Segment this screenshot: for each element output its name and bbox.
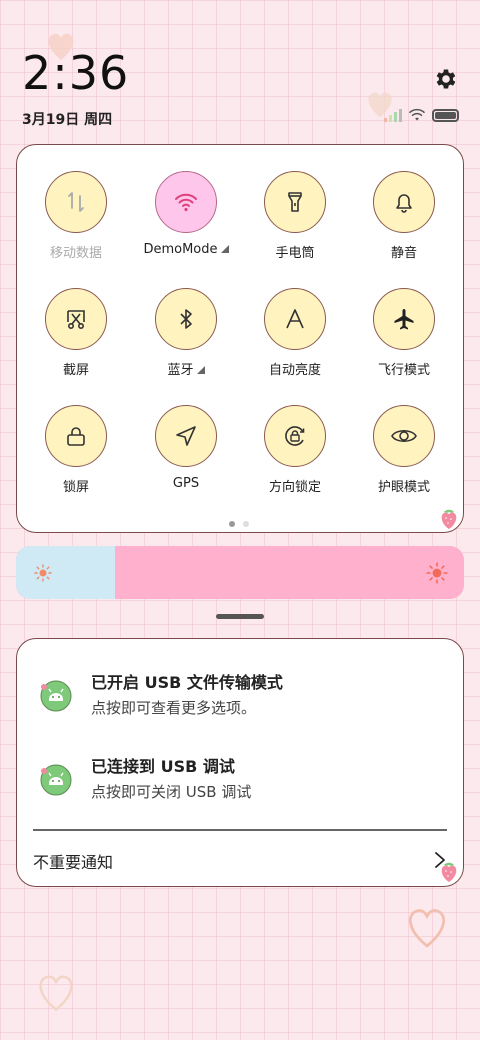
tile-wifi-button[interactable]	[155, 171, 217, 233]
notification-usb-debugging[interactable]: 已连接到 USB 调试 点按即可关闭 USB 调试	[37, 753, 447, 813]
brightness-low-icon	[34, 564, 52, 582]
tile-gps-label: GPS	[172, 476, 200, 491]
tile-gps-button[interactable]	[155, 405, 217, 467]
tile-mobile-data-button[interactable]	[45, 171, 107, 233]
tile-eye-care[interactable]: 护眼模式	[349, 405, 459, 495]
wallpaper-heart-icon	[409, 909, 445, 948]
drag-handle[interactable]	[216, 614, 264, 619]
tile-screenshot-label: 截屏	[62, 363, 89, 378]
tile-mobile-data-label: 移动数据	[49, 246, 102, 261]
flashlight-icon	[288, 192, 302, 212]
tile-airplane-button[interactable]	[373, 288, 435, 350]
page-dot	[243, 521, 249, 527]
mobile-data-icon	[68, 192, 84, 212]
location-arrow-icon	[176, 426, 196, 446]
tile-lock-screen-button[interactable]	[45, 405, 107, 467]
tile-screenshot[interactable]: 截屏	[21, 288, 131, 378]
tile-screenshot-button[interactable]	[45, 288, 107, 350]
tile-rotation-lock[interactable]: 方向锁定	[240, 405, 350, 495]
tile-auto-brightness[interactable]: 自动亮度	[240, 288, 350, 378]
notification-title: 已连接到 USB 调试	[91, 757, 235, 776]
tile-wifi-label-row: DemoMode	[131, 242, 241, 257]
tile-gps[interactable]: GPS	[131, 405, 241, 491]
tile-mobile-data[interactable]: 移动数据	[21, 171, 131, 261]
android-usb-icon	[40, 764, 72, 796]
notification-title: 已开启 USB 文件传输模式	[91, 673, 283, 692]
bluetooth-icon	[180, 309, 192, 329]
tile-lock-screen-label: 锁屏	[62, 480, 89, 495]
tile-rotation-lock-label: 方向锁定	[268, 480, 321, 495]
notification-divider	[33, 829, 447, 831]
tile-bluetooth[interactable]: 蓝牙	[131, 288, 241, 378]
tile-auto-brightness-label: 自动亮度	[268, 363, 321, 378]
tile-bluetooth-button[interactable]	[155, 288, 217, 350]
tile-eye-care-label: 护眼模式	[377, 480, 430, 495]
tile-mute[interactable]: 静音	[349, 171, 459, 261]
unimportant-notifications-link[interactable]: 不重要通知	[33, 849, 113, 873]
tile-auto-brightness-button[interactable]	[264, 288, 326, 350]
tile-wifi[interactable]: DemoMode	[131, 171, 241, 257]
wifi-icon	[175, 193, 197, 212]
battery-icon	[432, 108, 459, 122]
settings-gear-icon[interactable]	[433, 66, 459, 92]
strawberry-icon	[441, 862, 457, 882]
android-usb-icon	[40, 680, 72, 712]
tile-flashlight[interactable]: 手电筒	[240, 171, 350, 261]
lock-icon	[67, 427, 85, 446]
eye-icon	[391, 429, 417, 443]
bell-icon	[396, 194, 412, 213]
tile-rotation-lock-button[interactable]	[264, 405, 326, 467]
page-dot-active	[229, 521, 235, 527]
quick-settings-panel: 移动数据 DemoMode 手电筒 静音 截屏 蓝牙 自动亮度 飞行模式 锁屏 …	[16, 144, 464, 533]
brightness-high-icon	[426, 562, 448, 584]
signal-icon	[384, 108, 402, 122]
tile-flashlight-button[interactable]	[264, 171, 326, 233]
screenshot-icon	[67, 310, 85, 329]
tile-airplane-label: 飞行模式	[377, 363, 430, 378]
expand-triangle-icon[interactable]	[196, 366, 205, 374]
tile-lock-screen[interactable]: 锁屏	[21, 405, 131, 495]
notification-panel: 已开启 USB 文件传输模式 点按即可查看更多选项。 已连接到 USB 调试 点…	[16, 638, 464, 887]
tile-mute-button[interactable]	[373, 171, 435, 233]
wallpaper-heart-icon	[39, 975, 73, 1012]
clock-time: 2:36	[22, 46, 130, 100]
airplane-icon	[394, 309, 414, 330]
notification-text: 点按即可查看更多选项。	[91, 699, 257, 717]
notification-usb-transfer[interactable]: 已开启 USB 文件传输模式 点按即可查看更多选项。	[37, 669, 447, 729]
rotation-lock-icon	[285, 426, 305, 446]
date-text: 3月19日 周四	[22, 112, 113, 128]
expand-triangle-icon[interactable]	[220, 245, 229, 253]
auto-brightness-icon	[286, 309, 304, 329]
tile-eye-care-button[interactable]	[373, 405, 435, 467]
tile-flashlight-label: 手电筒	[275, 246, 315, 261]
wifi-status-icon	[408, 108, 426, 121]
strawberry-icon	[441, 509, 457, 529]
tile-bluetooth-label: 蓝牙	[167, 363, 194, 378]
tile-wifi-label: DemoMode	[143, 242, 218, 257]
notification-text: 点按即可关闭 USB 调试	[91, 783, 252, 801]
tile-mute-label: 静音	[390, 246, 417, 261]
page-indicator	[229, 521, 249, 527]
status-bar-icons	[384, 108, 459, 122]
tile-airplane[interactable]: 飞行模式	[349, 288, 459, 378]
brightness-slider-fill	[16, 546, 115, 599]
tile-bluetooth-label-row: 蓝牙	[131, 359, 241, 378]
brightness-slider[interactable]	[16, 546, 464, 599]
